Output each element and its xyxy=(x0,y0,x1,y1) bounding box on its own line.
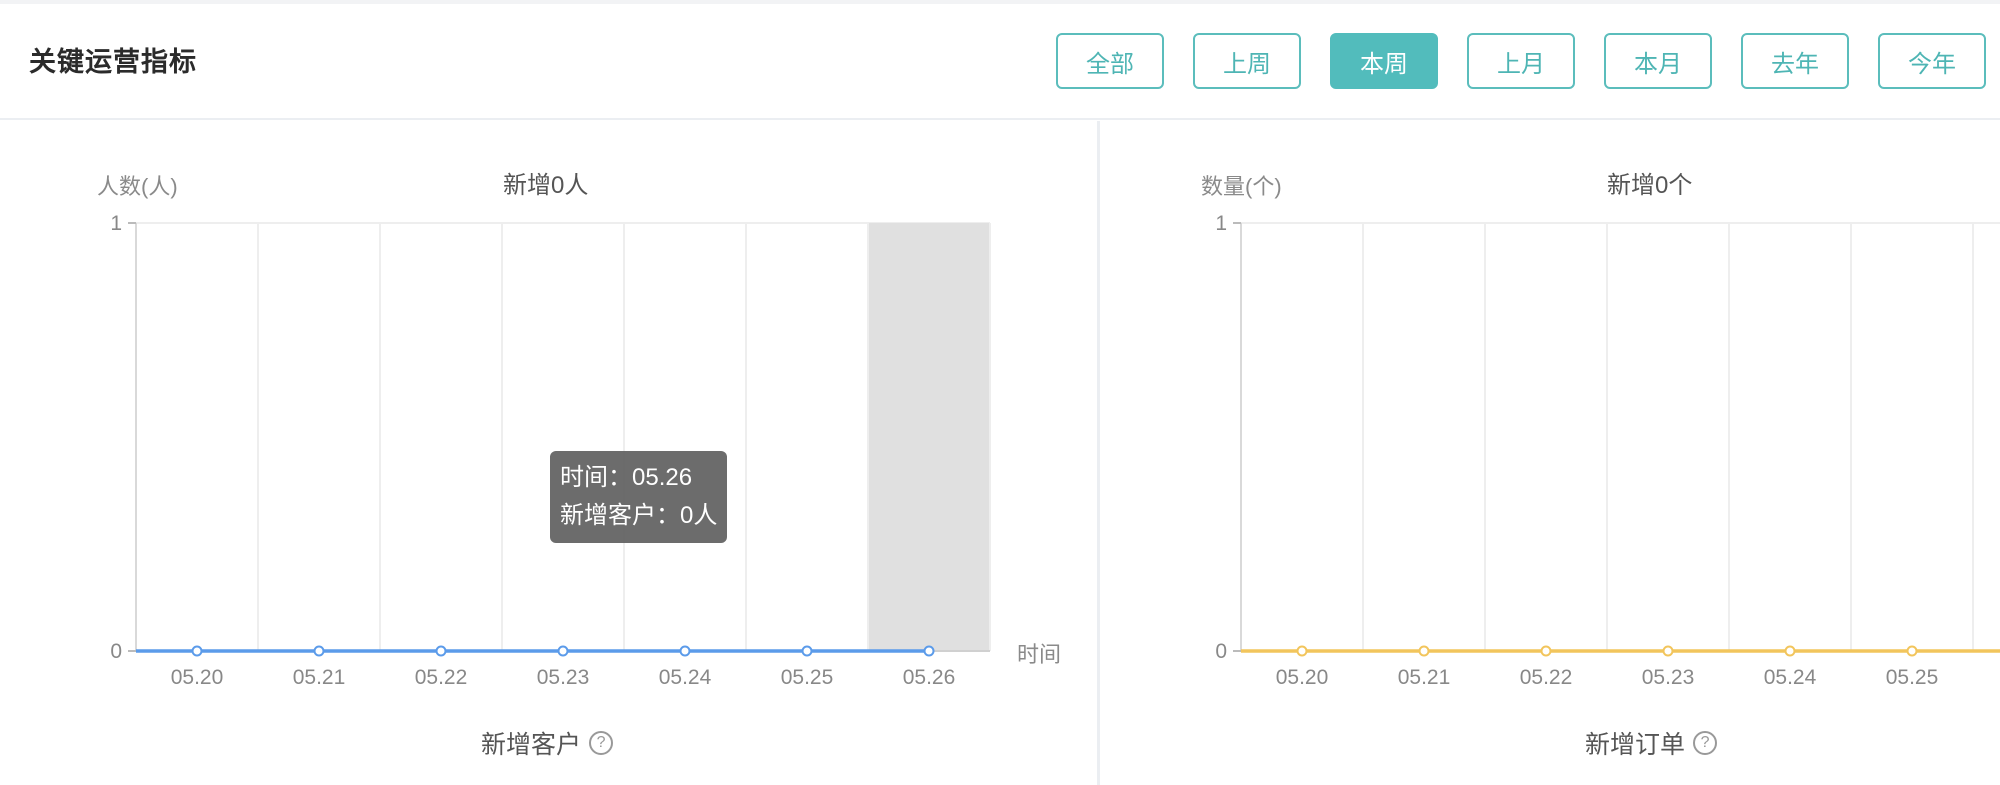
data-point xyxy=(313,645,325,657)
x-tick-label: 05.24 xyxy=(659,666,712,689)
x-tick-label: 05.21 xyxy=(1398,666,1451,689)
new-customers-label: 新增客户 ? xyxy=(481,725,614,761)
data-point xyxy=(191,645,203,657)
chart-tooltip: 时间：05.26 新增客户：0人 xyxy=(550,451,728,543)
x-tick-label: 05.21 xyxy=(293,666,346,689)
new-orders-panel: 数量(个) 新增0个 0 1 05.20 05.21 05.22 05.23 05.24 05… xyxy=(1103,121,2000,785)
x-tick-label: 05.25 xyxy=(781,666,834,689)
x-tick-label: 05.23 xyxy=(537,666,590,689)
x-tick-label: 05.22 xyxy=(415,666,468,689)
filter-this-month-button[interactable]: 本月 xyxy=(1604,33,1712,89)
x-tick-label: 05.25 xyxy=(1886,666,1939,689)
data-point xyxy=(679,645,691,657)
new-customers-label-text: 新增客户 xyxy=(481,731,582,759)
data-point xyxy=(1784,645,1796,657)
filter-last-week-button[interactable]: 上周 xyxy=(1193,33,1301,89)
filter-last-year-button[interactable]: 去年 xyxy=(1741,33,1849,89)
new-orders-label: 新增订单 ? xyxy=(1585,725,1718,761)
new-orders-label-text: 新增订单 xyxy=(1585,731,1686,759)
data-point xyxy=(801,645,813,657)
tooltip-value: 新增客户：0人 xyxy=(560,502,718,529)
x-tick-label: 05.20 xyxy=(171,666,224,689)
header: 关键运营指标 全部 上周 本周 上月 本月 去年 今年 xyxy=(0,4,2000,120)
data-point xyxy=(1540,645,1552,657)
data-point xyxy=(1296,645,1308,657)
data-point xyxy=(923,645,935,657)
x-tick-label: 05.26 xyxy=(903,666,956,689)
question-circle-icon[interactable]: ? xyxy=(589,731,614,755)
data-point xyxy=(557,645,569,657)
question-circle-icon[interactable]: ? xyxy=(1693,731,1718,755)
x-axis-label: 时间 xyxy=(1017,642,1062,667)
new-customers-panel: 人数(人) 新增0人 0 1 05.20 05.21 05.22 05.23 05.24 05… xyxy=(0,121,1100,785)
y-tick-label: 0 xyxy=(110,640,122,663)
x-tick-label: 05.23 xyxy=(1642,666,1695,689)
x-tick-label: 05.20 xyxy=(1276,666,1329,689)
new-orders-chart[interactable]: 0 1 05.20 05.21 05.22 05.23 05.24 05.25 xyxy=(1103,121,2000,721)
page-title: 关键运营指标 xyxy=(29,47,197,77)
filter-last-month-button[interactable]: 上月 xyxy=(1467,33,1575,89)
new-customers-chart[interactable]: 0 1 05.20 05.21 05.22 05.23 05.24 05.25 05.26 xyxy=(0,121,1100,721)
y-tick-label: 1 xyxy=(1215,212,1227,235)
filter-this-week-button[interactable]: 本周 xyxy=(1330,33,1438,89)
filter-all-button[interactable]: 全部 xyxy=(1056,33,1164,89)
data-point xyxy=(1662,645,1674,657)
x-tick-label: 05.24 xyxy=(1764,666,1817,689)
filter-this-year-button[interactable]: 今年 xyxy=(1878,33,1986,89)
highlight-band xyxy=(868,223,990,651)
x-tick-label: 05.22 xyxy=(1520,666,1573,689)
tooltip-time: 时间：05.26 xyxy=(560,464,693,491)
y-tick-label: 1 xyxy=(110,212,122,235)
data-point xyxy=(1418,645,1430,657)
data-point xyxy=(435,645,447,657)
data-point xyxy=(1906,645,1918,657)
y-tick-label: 0 xyxy=(1215,640,1227,663)
